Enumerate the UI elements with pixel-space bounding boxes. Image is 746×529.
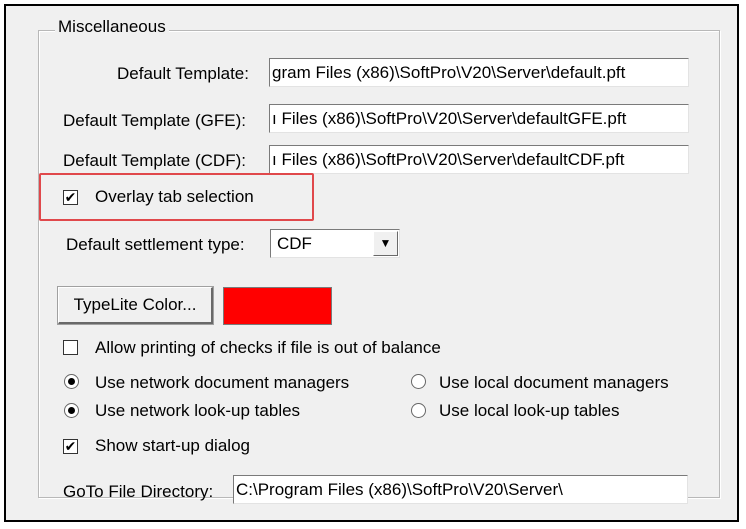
goto-directory-label: GoTo File Directory: [63, 482, 214, 501]
overlay-tab-label: Overlay tab selection [95, 187, 254, 206]
startup-dialog-checkbox[interactable]: ✔ [63, 439, 78, 454]
local-doc-managers-label: Use local document managers [439, 373, 669, 392]
typelite-color-swatch [223, 287, 332, 325]
settlement-type-label: Default settlement type: [66, 235, 245, 254]
network-lookup-tables-label: Use network look-up tables [95, 401, 301, 420]
default-template-cdf-label: Default Template (CDF): [63, 151, 246, 170]
group-title: Miscellaneous [55, 17, 169, 37]
overlay-tab-checkbox[interactable]: ✔ [63, 190, 78, 205]
goto-directory-field[interactable]: C:\Program Files (x86)\SoftPro\V20\Serve… [233, 475, 688, 504]
chevron-down-icon[interactable]: ▼ [373, 231, 398, 256]
settlement-type-select[interactable]: CDF ▼ [270, 229, 400, 258]
settlement-type-value: CDF [277, 234, 312, 253]
default-template-field[interactable]: gram Files (x86)\SoftPro\V20\Server\defa… [269, 58, 689, 87]
network-doc-managers-radio[interactable] [64, 374, 79, 389]
default-template-label: Default Template: [117, 64, 249, 83]
default-template-cdf-field[interactable]: ı Files (x86)\SoftPro\V20\Server\default… [269, 145, 689, 174]
miscellaneous-group [38, 30, 720, 498]
local-doc-managers-radio[interactable] [411, 374, 426, 389]
default-template-gfe-field[interactable]: ı Files (x86)\SoftPro\V20\Server\default… [269, 104, 689, 133]
network-doc-managers-label: Use network document managers [95, 373, 350, 392]
typelite-color-button[interactable]: TypeLite Color... [57, 286, 214, 325]
default-template-gfe-label: Default Template (GFE): [63, 111, 246, 130]
local-lookup-tables-radio[interactable] [411, 403, 426, 418]
startup-dialog-label: Show start-up dialog [95, 436, 250, 455]
local-lookup-tables-label: Use local look-up tables [439, 401, 620, 420]
network-lookup-tables-radio[interactable] [64, 403, 79, 418]
allow-printing-checkbox[interactable] [63, 340, 78, 355]
allow-printing-label: Allow printing of checks if file is out … [95, 338, 441, 357]
